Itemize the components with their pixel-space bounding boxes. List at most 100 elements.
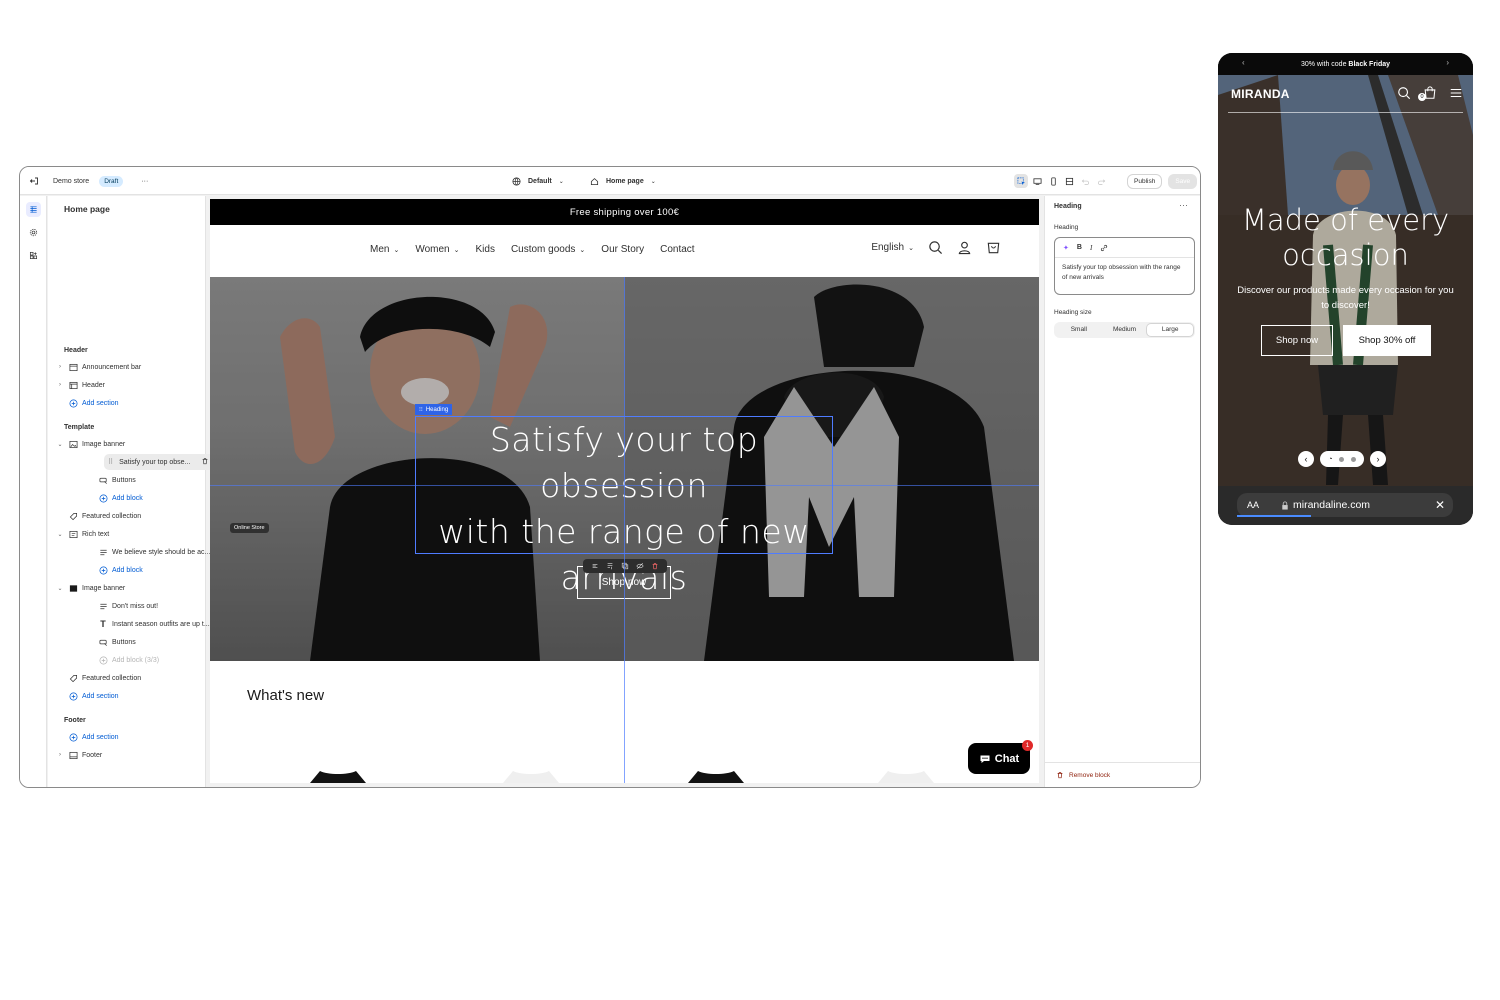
url-field[interactable]: AA mirandaline.com ✕ <box>1237 493 1453 517</box>
nav-item-custom-goods[interactable]: Custom goods ⌄ <box>511 244 585 255</box>
undo-icon <box>1081 178 1089 185</box>
plus-circle-icon <box>68 398 78 408</box>
move-down-icon[interactable] <box>606 562 614 570</box>
product-tshirt-black[interactable] <box>680 767 752 783</box>
home-icon <box>590 177 599 185</box>
chevron-right-icon[interactable]: › <box>1446 58 1449 67</box>
tree-item-footer[interactable]: › Footer <box>56 747 201 763</box>
mobile-announcement-bar[interactable]: ‹ 30% with code Black Friday › <box>1218 53 1473 75</box>
size-option-small[interactable]: Small <box>1056 324 1102 336</box>
chat-unread-badge: 1 <box>1022 740 1033 751</box>
cart-button[interactable]: 0 <box>1418 86 1437 105</box>
slide-dot[interactable] <box>1350 456 1356 462</box>
inspector-toggle-button[interactable] <box>1014 174 1028 188</box>
desktop-view-button[interactable] <box>1030 174 1044 188</box>
link-icon[interactable] <box>1100 244 1108 252</box>
slide-next-button[interactable]: › <box>1370 451 1386 467</box>
store-logo[interactable]: MIRANDA <box>1231 87 1290 101</box>
trash-icon[interactable] <box>651 562 659 570</box>
nav-item-men[interactable]: Men ⌄ <box>370 244 399 255</box>
add-section-template-button[interactable]: Add section <box>56 688 201 704</box>
mobile-shop-off-button[interactable]: Shop 30% off <box>1343 325 1431 356</box>
bold-button[interactable]: B <box>1077 244 1082 251</box>
publish-button[interactable]: Publish <box>1127 173 1163 189</box>
ai-sparkle-icon[interactable]: ✦ <box>1063 244 1069 252</box>
page-select[interactable]: Home page ⌄ <box>590 167 656 195</box>
tree-item-featured-collection[interactable]: Featured collection <box>56 670 201 686</box>
size-option-medium[interactable]: Medium <box>1102 324 1148 336</box>
tree-block-buttons[interactable]: Buttons <box>98 634 218 650</box>
sections-tab-button[interactable] <box>26 202 41 217</box>
tree-block-heading-selected[interactable]: ⠿ Satisfy your top obse... <box>104 454 225 470</box>
tree-block-buttons[interactable]: Buttons <box>98 472 218 488</box>
chevron-down-icon[interactable]: ⌄ <box>56 441 64 448</box>
mobile-hero-banner[interactable]: MIRANDA 0 Made of every occasion Discove… <box>1218 75 1473 486</box>
search-icon[interactable] <box>1397 86 1411 100</box>
fullscreen-view-button[interactable] <box>1062 174 1076 188</box>
search-icon[interactable] <box>928 240 943 255</box>
chevron-down-icon[interactable]: ⌄ <box>56 531 64 538</box>
theme-settings-tab-button[interactable] <box>26 225 41 240</box>
tree-item-image-banner[interactable]: ⌄ Image banner <box>56 436 201 452</box>
tree-item-label: Footer <box>82 751 103 759</box>
chevron-right-icon[interactable]: › <box>56 752 64 758</box>
more-actions-button[interactable]: ··· <box>141 178 148 185</box>
remove-block-button[interactable]: Remove block <box>1056 771 1110 779</box>
rte-content[interactable]: Satisfy your top obsession with the rang… <box>1055 258 1194 288</box>
chevron-left-icon[interactable]: ‹ <box>1242 58 1245 67</box>
plus-circle-icon <box>68 732 78 742</box>
redo-button[interactable] <box>1094 174 1108 188</box>
reader-settings-button[interactable]: AA <box>1247 500 1259 510</box>
heading-rich-text-editor[interactable]: ✦ B I Satisfy your top obsession with th… <box>1054 237 1195 295</box>
announcement-bar[interactable]: Free shipping over 100€ <box>210 199 1039 225</box>
mobile-shop-now-button[interactable]: Shop now <box>1261 325 1333 356</box>
tree-item-image-banner-2[interactable]: ⌄ Image banner <box>56 580 201 596</box>
close-icon[interactable]: ✕ <box>1435 498 1445 512</box>
chevron-right-icon[interactable]: › <box>56 364 64 370</box>
cart-icon[interactable] <box>986 240 1001 255</box>
tree-block-text[interactable]: We believe style should be ac... <box>98 544 218 560</box>
tree-block-text[interactable]: Don't miss out! <box>98 598 218 614</box>
hamburger-menu-icon[interactable] <box>1449 86 1463 100</box>
chevron-down-icon: ⌄ <box>393 247 400 254</box>
mobile-view-button[interactable] <box>1046 174 1060 188</box>
more-options-button[interactable]: ··· <box>1179 200 1188 210</box>
tree-item-featured-collection[interactable]: Featured collection <box>56 508 201 524</box>
language-selector[interactable]: English ⌄ <box>871 242 914 253</box>
move-up-icon[interactable] <box>591 562 599 570</box>
exit-button[interactable] <box>29 167 39 195</box>
trash-icon[interactable] <box>201 457 209 467</box>
tree-block-text[interactable]: T Instant season outfits are up t... <box>98 616 218 632</box>
add-block-button[interactable]: Add block <box>98 490 218 506</box>
tree-item-header[interactable]: › Header <box>56 377 201 393</box>
account-icon[interactable] <box>957 240 972 255</box>
slide-prev-button[interactable]: ‹ <box>1298 451 1314 467</box>
size-option-large[interactable]: Large <box>1147 324 1194 336</box>
hide-icon[interactable] <box>636 562 644 570</box>
nav-item-women[interactable]: Women ⌄ <box>415 244 459 255</box>
apps-tab-button[interactable] <box>26 248 41 263</box>
chevron-right-icon[interactable]: › <box>56 382 64 388</box>
add-block-button[interactable]: Add block <box>98 562 218 578</box>
save-button[interactable]: Save <box>1168 173 1198 189</box>
nav-item-contact[interactable]: Contact <box>660 244 694 255</box>
product-tshirt-white[interactable] <box>870 767 942 783</box>
drag-handle-icon[interactable]: ⠿ <box>108 458 113 466</box>
product-tshirt-black[interactable] <box>302 767 374 783</box>
slide-dot[interactable] <box>1339 456 1345 462</box>
chat-button[interactable]: Chat <box>968 743 1030 774</box>
header-group-label: Header <box>64 347 88 354</box>
tree-item-rich-text[interactable]: ⌄ Rich text <box>56 526 201 542</box>
add-section-footer-button[interactable]: Add section <box>56 729 201 745</box>
add-section-header-button[interactable]: Add section <box>56 395 201 411</box>
product-tshirt-white[interactable] <box>495 767 567 783</box>
theme-select[interactable]: Default ⌄ <box>512 167 564 195</box>
plus-circle-icon <box>98 655 108 665</box>
undo-button[interactable] <box>1078 174 1092 188</box>
nav-item-kids[interactable]: Kids <box>475 244 494 255</box>
chevron-down-icon[interactable]: ⌄ <box>56 585 64 592</box>
store-name[interactable]: Demo store <box>53 178 89 185</box>
tree-item-announcement-bar[interactable]: › Announcement bar <box>56 359 201 375</box>
nav-item-our-story[interactable]: Our Story <box>601 244 644 255</box>
italic-button[interactable]: I <box>1090 244 1092 252</box>
